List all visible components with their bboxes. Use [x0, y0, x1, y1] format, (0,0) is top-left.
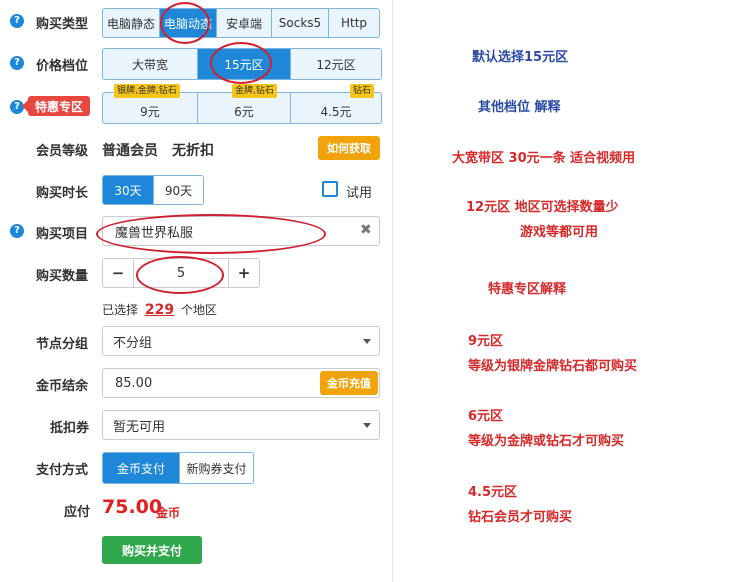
project-value: 魔兽世界私服: [115, 225, 194, 241]
duration-selector: 30天 90天: [102, 175, 204, 205]
total-unit: 金币: [156, 506, 181, 520]
how-to-get-button[interactable]: 如何获取: [318, 136, 380, 160]
type-option[interactable]: 电脑静态: [103, 9, 160, 37]
project-label: 购买项目: [36, 227, 89, 242]
type-option-selected[interactable]: 电脑动态: [160, 9, 217, 37]
type-label: 购买类型: [36, 17, 89, 32]
coin-balance-value: 85.00: [115, 375, 153, 391]
help-icon[interactable]: ?: [10, 56, 24, 70]
chevron-down-icon: [363, 339, 371, 344]
quantity-stepper: − 5 +: [102, 258, 260, 288]
node-group-select[interactable]: 不分组: [102, 326, 380, 356]
trial-checkbox[interactable]: [322, 181, 338, 197]
type-option[interactable]: 安卓端: [217, 9, 272, 37]
payment-selector: 金币支付 新购券支付: [102, 452, 254, 484]
duration-option[interactable]: 90天: [154, 176, 203, 204]
total-label: 应付: [64, 505, 91, 520]
member-level: 普通会员: [102, 143, 158, 159]
note-6-title: 6元区: [468, 409, 504, 424]
member-label: 会员等级: [36, 144, 89, 159]
note-special: 特惠专区解释: [488, 282, 567, 297]
chevron-down-icon: [363, 423, 371, 428]
price-selector: 大带宽 15元区 12元区: [102, 48, 382, 80]
price-label: 价格档位: [36, 59, 89, 74]
selected-suffix: 个地区: [180, 303, 217, 317]
selected-info: 已选择 229 个地区: [102, 301, 217, 318]
plus-button[interactable]: +: [228, 259, 259, 287]
note-broadband: 大宽带区 30元一条 适合视频用: [452, 151, 636, 166]
total-amount: 75.00: [102, 496, 163, 518]
note-9-title: 9元区: [468, 334, 504, 349]
selected-count[interactable]: 229: [145, 302, 174, 318]
node-group-label: 节点分组: [36, 337, 89, 352]
minus-button[interactable]: −: [103, 259, 134, 287]
price-option[interactable]: 12元区: [291, 49, 381, 79]
level-tag: 金牌,钻石: [232, 84, 277, 98]
type-selector: 电脑静态 电脑动态 安卓端 Socks5 Http: [102, 8, 380, 38]
payment-option[interactable]: 新购券支付: [180, 453, 253, 483]
payment-option-selected[interactable]: 金币支付: [103, 453, 180, 483]
price-option[interactable]: 大带宽: [103, 49, 198, 79]
special-label: 特惠专区: [22, 96, 90, 116]
coupon-value: 暂无可用: [113, 419, 166, 435]
node-group-value: 不分组: [113, 335, 153, 351]
note-default: 默认选择15元区: [472, 50, 569, 65]
help-icon[interactable]: ?: [10, 14, 24, 28]
coupon-label: 抵扣券: [50, 421, 90, 436]
price-option-selected[interactable]: 15元区: [198, 49, 291, 79]
selected-prefix: 已选择: [102, 303, 139, 317]
note-9-desc: 等级为银牌金牌钻石都可购买: [468, 359, 638, 374]
quantity-input[interactable]: 5: [134, 259, 228, 287]
type-option[interactable]: Socks5: [272, 9, 329, 37]
note-other-tiers: 其他档位 解释: [478, 100, 561, 115]
help-icon[interactable]: ?: [10, 224, 24, 238]
payment-label: 支付方式: [36, 463, 89, 478]
project-input[interactable]: 魔兽世界私服: [102, 216, 380, 246]
coin-recharge-button[interactable]: 金币充值: [320, 371, 378, 395]
note-6-desc: 等级为金牌或钻石才可购买: [468, 434, 625, 449]
quantity-label: 购买数量: [36, 269, 89, 284]
coin-label: 金币结余: [36, 379, 89, 394]
trial-label: 试用: [346, 186, 373, 201]
note-12-tier: 12元区 地区可选择数量少: [466, 200, 619, 215]
note-45-desc: 钻石会员才可购买: [468, 510, 573, 525]
duration-option-selected[interactable]: 30天: [103, 176, 154, 204]
divider: [392, 0, 393, 582]
type-option[interactable]: Http: [329, 9, 379, 37]
coupon-select[interactable]: 暂无可用: [102, 410, 380, 440]
clear-icon[interactable]: ✖: [360, 222, 372, 238]
note-12-tier-games: 游戏等都可用: [520, 225, 599, 240]
member-discount: 无折扣: [172, 143, 214, 159]
note-45-title: 4.5元区: [468, 485, 518, 500]
buy-and-pay-button[interactable]: 购买并支付: [102, 536, 202, 564]
duration-label: 购买时长: [36, 186, 89, 201]
level-tag: 银牌,金牌,钻石: [114, 84, 180, 98]
level-tag: 钻石: [350, 84, 375, 98]
